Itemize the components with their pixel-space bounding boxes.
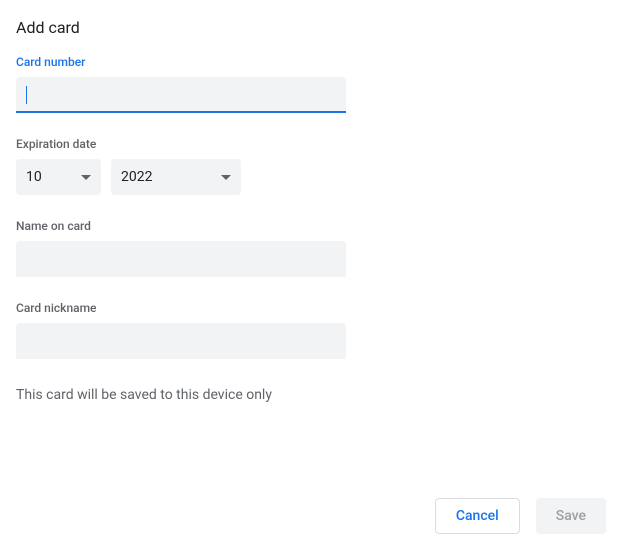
card-number-input[interactable] <box>16 77 346 113</box>
expiration-month-select[interactable]: 10 <box>16 159 101 195</box>
cancel-button[interactable]: Cancel <box>435 498 520 534</box>
expiration-year-select[interactable]: 2022 <box>111 159 241 195</box>
chevron-down-icon <box>81 175 91 180</box>
card-nickname-field: Card nickname <box>16 301 606 359</box>
card-number-label: Card number <box>16 55 606 69</box>
dialog-title: Add card <box>16 18 606 37</box>
chevron-down-icon <box>221 175 231 180</box>
expiration-field: Expiration date 10 2022 <box>16 137 606 195</box>
dialog-buttons: Cancel Save <box>435 498 606 534</box>
expiration-year-value: 2022 <box>121 169 152 185</box>
name-on-card-label: Name on card <box>16 219 606 233</box>
name-on-card-input[interactable] <box>16 241 346 277</box>
name-on-card-field: Name on card <box>16 219 606 277</box>
text-caret <box>26 86 27 104</box>
card-nickname-input[interactable] <box>16 323 346 359</box>
expiration-label: Expiration date <box>16 137 606 151</box>
expiration-month-value: 10 <box>26 169 42 185</box>
card-number-field: Card number <box>16 55 606 113</box>
info-text: This card will be saved to this device o… <box>16 387 606 403</box>
save-button[interactable]: Save <box>536 498 606 534</box>
card-nickname-label: Card nickname <box>16 301 606 315</box>
